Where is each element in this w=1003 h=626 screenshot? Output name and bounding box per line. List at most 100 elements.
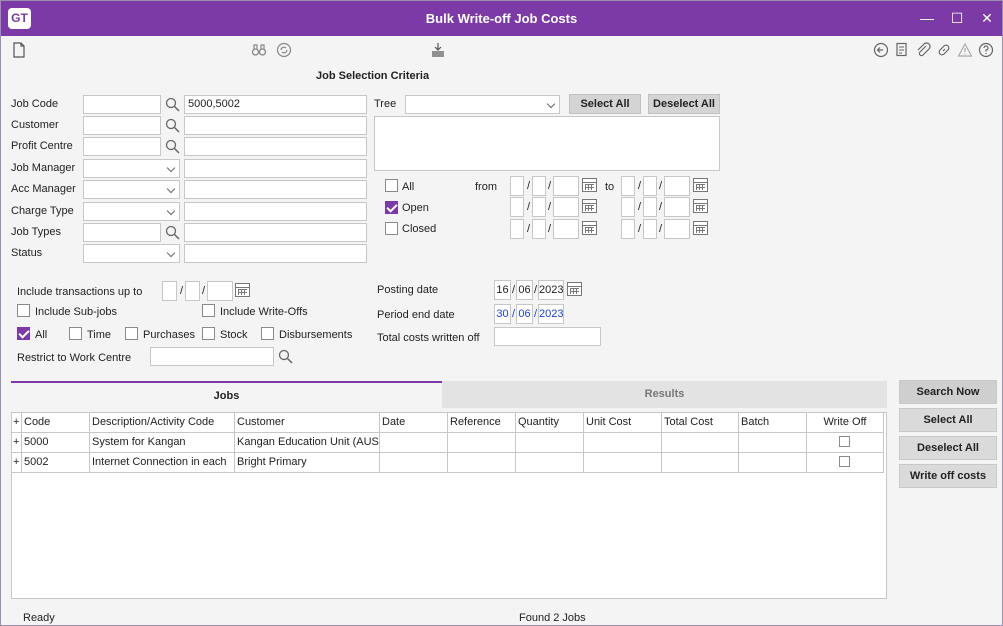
- calendar-icon[interactable]: [693, 178, 708, 192]
- notes-icon[interactable]: [894, 42, 910, 58]
- refresh-icon[interactable]: [276, 42, 292, 58]
- work-centre-search-icon[interactable]: [278, 349, 293, 364]
- open-from-year[interactable]: [553, 197, 579, 217]
- alert-icon[interactable]: [957, 42, 973, 58]
- open-to-day[interactable]: [621, 197, 635, 217]
- open-to-year[interactable]: [664, 197, 690, 217]
- all-from-year[interactable]: [553, 176, 579, 196]
- column-header-write-off[interactable]: Write Off: [807, 413, 884, 433]
- calendar-icon[interactable]: [567, 282, 582, 296]
- write-off-checkbox[interactable]: [839, 456, 850, 467]
- include-write-offs-checkbox[interactable]: [202, 304, 215, 317]
- job-manager-select[interactable]: [83, 159, 180, 178]
- status-open-checkbox[interactable]: [385, 201, 398, 214]
- customer-input[interactable]: [83, 116, 161, 135]
- status-all-checkbox[interactable]: [385, 179, 398, 192]
- all-to-month[interactable]: [643, 176, 657, 196]
- search-now-button[interactable]: Search Now: [899, 380, 997, 404]
- acc-manager-description[interactable]: [184, 180, 367, 199]
- all-to-year[interactable]: [664, 176, 690, 196]
- calendar-icon[interactable]: [235, 283, 250, 297]
- include-up-to-day[interactable]: [162, 281, 177, 301]
- period-end-month[interactable]: 06: [516, 304, 533, 324]
- binoculars-icon[interactable]: [251, 42, 267, 58]
- calendar-icon[interactable]: [693, 199, 708, 213]
- customer-search-icon[interactable]: [165, 118, 180, 133]
- deselect-all-button[interactable]: Deselect All: [899, 436, 997, 460]
- profit-centre-input[interactable]: [83, 137, 161, 156]
- column-header-code[interactable]: Code: [22, 413, 90, 433]
- closed-from-year[interactable]: [553, 219, 579, 239]
- type-purchases-checkbox[interactable]: [125, 327, 138, 340]
- acc-manager-select[interactable]: [83, 180, 180, 199]
- status-select[interactable]: [83, 244, 180, 263]
- type-stock-checkbox[interactable]: [202, 327, 215, 340]
- tree-list[interactable]: [374, 116, 720, 171]
- work-centre-input[interactable]: [150, 347, 274, 366]
- minimize-button[interactable]: —: [913, 7, 941, 29]
- open-from-day[interactable]: [510, 197, 524, 217]
- attach-icon[interactable]: [915, 42, 931, 58]
- posting-date-year[interactable]: 2023: [538, 280, 564, 300]
- column-header-quantity[interactable]: Quantity: [516, 413, 584, 433]
- closed-to-day[interactable]: [621, 219, 635, 239]
- type-disbursements-checkbox[interactable]: [261, 327, 274, 340]
- charge-type-select[interactable]: [83, 202, 180, 221]
- all-to-day[interactable]: [621, 176, 635, 196]
- calendar-icon[interactable]: [582, 199, 597, 213]
- job-code-input[interactable]: [83, 95, 161, 114]
- open-to-month[interactable]: [643, 197, 657, 217]
- include-sub-jobs-checkbox[interactable]: [17, 304, 30, 317]
- all-from-month[interactable]: [532, 176, 546, 196]
- job-types-input[interactable]: [83, 223, 161, 242]
- column-header-customer[interactable]: Customer: [235, 413, 380, 433]
- profit-centre-search-icon[interactable]: [165, 139, 180, 154]
- all-from-day[interactable]: [510, 176, 524, 196]
- column-header-total-cost[interactable]: Total Cost: [662, 413, 739, 433]
- link-icon[interactable]: [936, 42, 952, 58]
- calendar-icon[interactable]: [582, 178, 597, 192]
- period-end-year[interactable]: 2023: [538, 304, 564, 324]
- closed-from-day[interactable]: [510, 219, 524, 239]
- period-end-day[interactable]: 30: [494, 304, 511, 324]
- job-manager-description[interactable]: [184, 159, 367, 178]
- open-from-month[interactable]: [532, 197, 546, 217]
- column-header-batch[interactable]: Batch: [739, 413, 807, 433]
- select-all-button[interactable]: Select All: [899, 408, 997, 432]
- type-time-checkbox[interactable]: [69, 327, 82, 340]
- write-off-checkbox[interactable]: [839, 436, 850, 447]
- column-header-description[interactable]: Description/Activity Code: [90, 413, 235, 433]
- row-expander[interactable]: +: [12, 453, 22, 473]
- close-button[interactable]: ✕: [973, 7, 1001, 29]
- tab-jobs[interactable]: Jobs: [11, 381, 442, 408]
- tree-select-all-button[interactable]: Select All: [569, 94, 641, 114]
- job-types-description[interactable]: [184, 223, 367, 242]
- maximize-button[interactable]: ☐: [943, 7, 971, 29]
- help-icon[interactable]: [978, 42, 994, 58]
- profit-centre-description[interactable]: [184, 137, 367, 156]
- posting-date-month[interactable]: 06: [516, 280, 533, 300]
- job-code-description[interactable]: 5000,5002: [184, 95, 367, 114]
- include-up-to-year[interactable]: [207, 281, 233, 301]
- column-header-date[interactable]: Date: [380, 413, 448, 433]
- write-off-costs-button[interactable]: Write off costs: [899, 464, 997, 488]
- type-all-checkbox[interactable]: [17, 327, 30, 340]
- row-expander[interactable]: +: [12, 433, 22, 453]
- job-types-search-icon[interactable]: [165, 225, 180, 240]
- calendar-icon[interactable]: [693, 221, 708, 235]
- back-icon[interactable]: [873, 42, 889, 58]
- posting-date-day[interactable]: 16: [494, 280, 511, 300]
- tree-select[interactable]: [405, 95, 560, 114]
- tab-results[interactable]: Results: [442, 381, 887, 408]
- status-closed-checkbox[interactable]: [385, 222, 398, 235]
- export-icon[interactable]: [430, 42, 446, 58]
- customer-description[interactable]: [184, 116, 367, 135]
- column-header-reference[interactable]: Reference: [448, 413, 516, 433]
- closed-to-year[interactable]: [664, 219, 690, 239]
- column-header-unit-cost[interactable]: Unit Cost: [584, 413, 662, 433]
- status-description[interactable]: [184, 244, 367, 263]
- jobs-table[interactable]: + Code Description/Activity Code Custome…: [11, 412, 887, 599]
- charge-type-description[interactable]: [184, 202, 367, 221]
- job-code-search-icon[interactable]: [165, 97, 180, 112]
- closed-from-month[interactable]: [532, 219, 546, 239]
